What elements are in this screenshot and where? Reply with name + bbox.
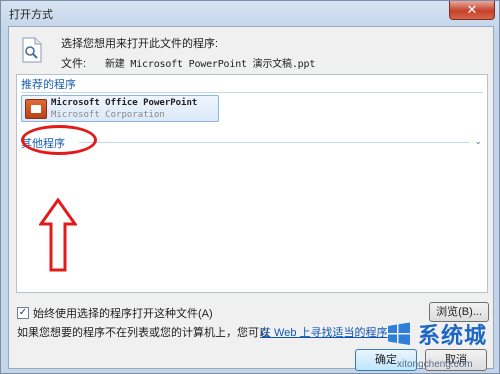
close-button[interactable]: ✕	[449, 1, 495, 20]
close-icon: ✕	[466, 2, 478, 17]
footer-hint: 如果您想要的程序不在列表或您的计算机上，您可以	[17, 327, 270, 339]
file-name: 新建 Microsoft PowerPoint 演示文稿.ppt	[105, 59, 316, 70]
watermark-site-name: 系统城	[418, 323, 488, 348]
group-divider	[79, 142, 469, 143]
annotation-ellipse	[21, 125, 97, 155]
title-bar: 打开方式 ✕	[1, 1, 500, 25]
program-company: Microsoft Corporation	[51, 110, 165, 120]
group-header-recommended: 推荐的程序	[21, 79, 76, 91]
group-divider	[21, 92, 483, 93]
watermark: 系统城	[386, 318, 487, 350]
file-search-icon	[22, 37, 42, 63]
powerpoint-icon	[25, 99, 47, 119]
watermark-url: xitongcheng.com	[397, 359, 473, 370]
always-use-option[interactable]: ✓ 始终使用选择的程序打开这种文件(A)	[17, 305, 213, 321]
file-label: 文件:	[61, 58, 87, 70]
program-name: Microsoft Office PowerPoint	[51, 98, 198, 108]
program-item-powerpoint[interactable]: Microsoft Office PowerPoint Microsoft Co…	[21, 95, 219, 122]
always-use-checkbox[interactable]: ✓	[17, 307, 29, 319]
windows-logo-icon	[388, 322, 410, 345]
program-list[interactable]: 推荐的程序 Microsoft Office PowerPoint Micros…	[16, 74, 488, 293]
always-use-label[interactable]: 始终使用选择的程序打开这种文件(A)	[33, 305, 213, 321]
window-title: 打开方式	[9, 9, 53, 21]
find-on-web-link[interactable]: 在 Web 上寻找适当的程序	[260, 324, 388, 340]
chevron-down-icon[interactable]: ⌄	[474, 136, 482, 147]
annotation-arrow-icon	[39, 198, 77, 272]
choose-program-prompt: 选择您想用来打开此文件的程序:	[61, 38, 219, 50]
